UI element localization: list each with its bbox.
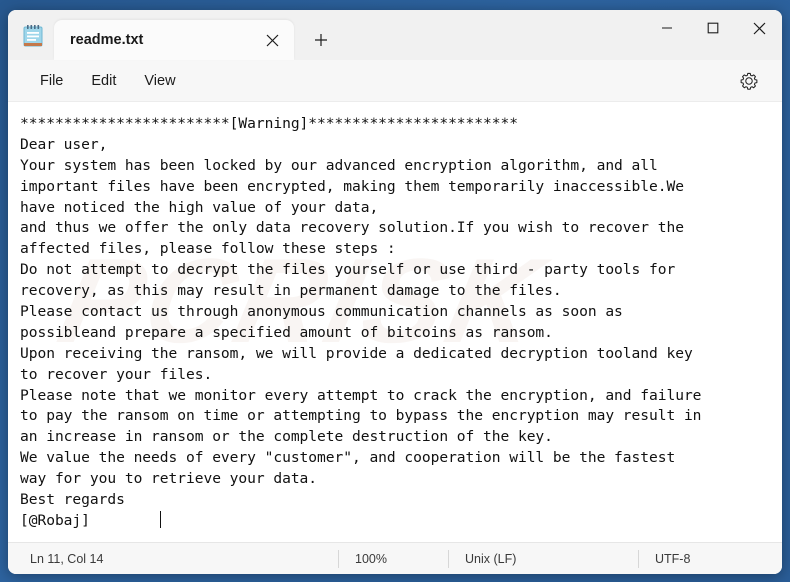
editor-line: Your system has been locked by our advan… [20,156,658,174]
text-caret [159,510,161,528]
editor-line: affected files, please follow these step… [20,240,396,258]
notepad-window: readme.txt File Edit View PCRISK *******… [8,10,782,574]
editor-line: have noticed the high value of your data… [20,198,379,216]
status-cursor-position: Ln 11, Col 14 [30,551,104,566]
plus-icon [315,34,327,46]
status-bar: Ln 11, Col 14 100% Unix (LF) UTF-8 [8,542,782,574]
tab-strip: readme.txt [54,10,644,60]
menu-item-file[interactable]: File [26,67,77,95]
editor-line: ************************[Warning]*******… [20,115,518,132]
editor-line: way for you to retrieve your data. [20,470,318,488]
editor-line: possibleand prepare a specified amount o… [20,323,553,341]
new-tab-button[interactable] [304,23,338,57]
editor-line: Do not attempt to decrypt the files your… [20,261,676,279]
editor-line: Dear user, [20,135,108,153]
tab-readme[interactable]: readme.txt [54,20,294,60]
close-icon [753,22,765,34]
editor-line: to recover your files. [20,365,213,383]
tab-close-icon[interactable] [258,26,286,54]
status-line-ending[interactable]: Unix (LF) [448,549,638,568]
menu-bar: File Edit View [8,60,782,102]
editor-text-content[interactable]: ************************[Warning]*******… [20,114,782,532]
editor-line: recovery, as this may result in permanen… [20,282,562,300]
status-encoding[interactable]: UTF-8 [638,549,706,568]
editor-line: Please contact us through anonymous comm… [20,303,623,321]
editor-line: [@Robaj] [20,510,161,529]
gear-icon [740,72,758,90]
notepad-icon [22,24,44,48]
window-caption-buttons [644,10,782,46]
editor-line: Best regards [20,491,125,509]
settings-button[interactable] [732,64,766,98]
close-button[interactable] [736,10,782,46]
window-title-bar: readme.txt [8,10,782,60]
editor-line: We value the needs of every "customer", … [20,449,676,467]
maximize-icon [707,22,719,34]
menu-item-view[interactable]: View [130,67,189,95]
editor-line: to pay the ransom on time or attempting … [20,407,702,425]
minimize-icon [662,27,672,29]
editor-line: important files have been encrypted, mak… [20,177,684,195]
minimize-button[interactable] [644,10,690,46]
status-zoom-level[interactable]: 100% [338,549,448,568]
tab-title: readme.txt [70,32,144,48]
editor-line: an increase in ransom or the complete de… [20,428,553,446]
editor-line: Upon receiving the ransom, we will provi… [20,344,693,362]
maximize-button[interactable] [690,10,736,46]
editor-line: and thus we offer the only data recovery… [20,219,684,237]
editor-line: Please note that we monitor every attemp… [20,386,702,404]
text-editor-area[interactable]: PCRISK ************************[Warning]… [8,102,782,542]
menu-item-edit[interactable]: Edit [77,67,130,95]
